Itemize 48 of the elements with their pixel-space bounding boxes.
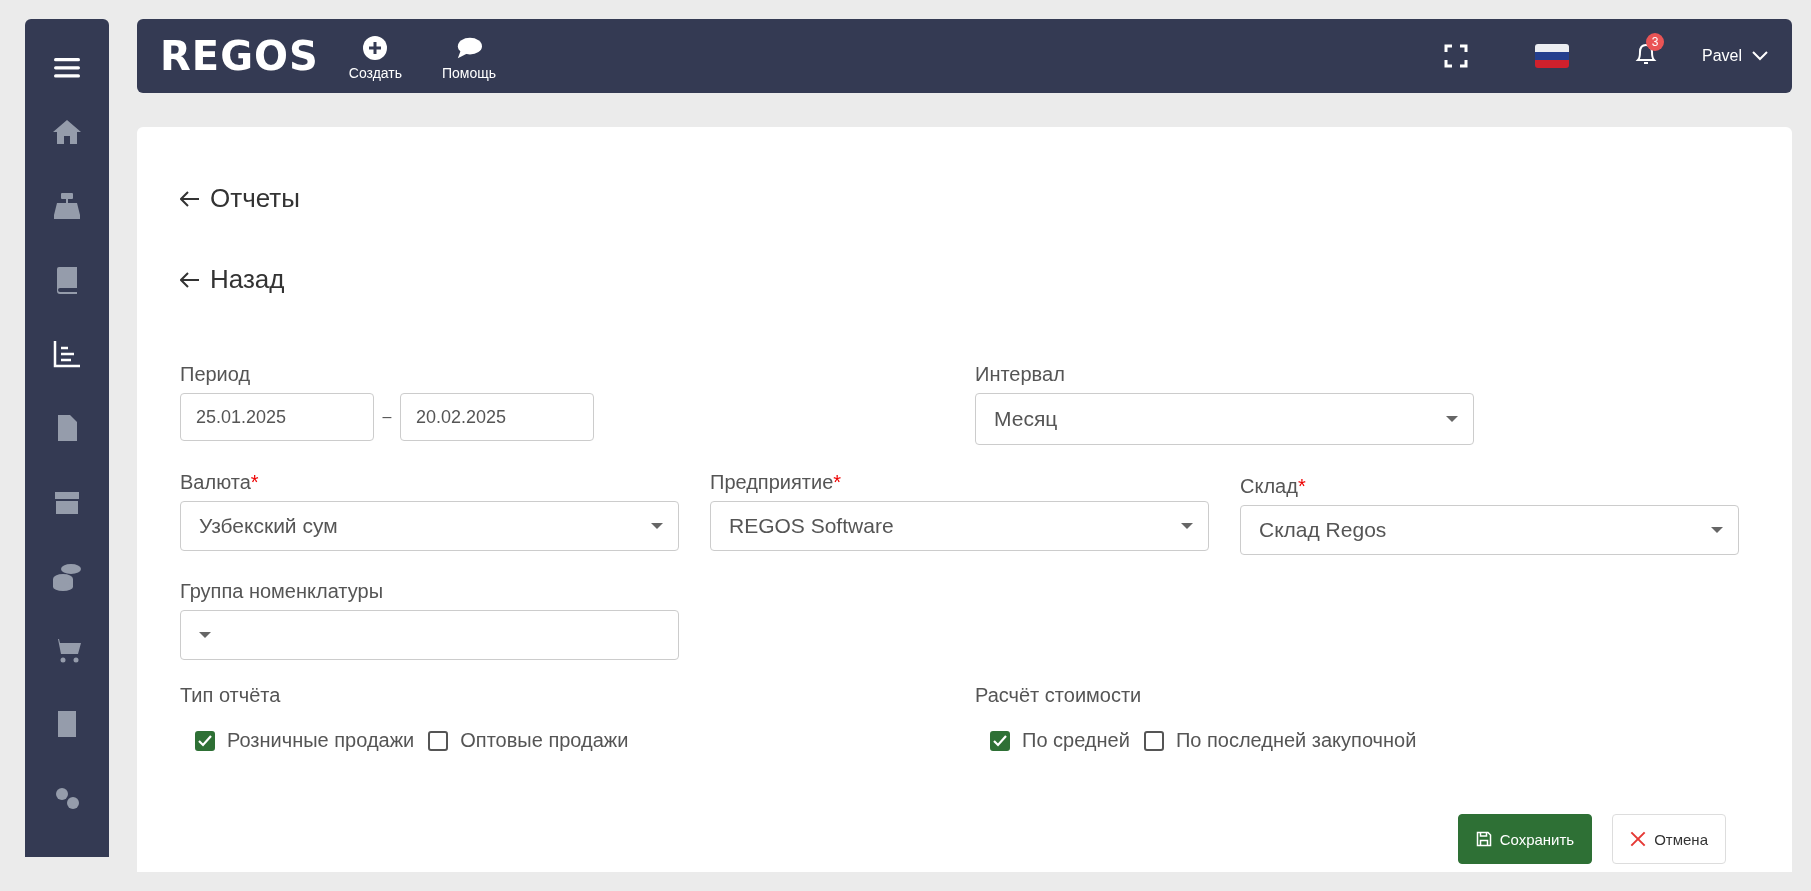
fullscreen-icon[interactable] — [1443, 43, 1468, 69]
chevron-down-icon — [1752, 51, 1768, 61]
field-label: Предприятие* — [710, 471, 843, 494]
date-field[interactable]: 20.02.2025 — [400, 393, 594, 441]
flag-icon[interactable] — [1534, 44, 1569, 68]
select-field[interactable]: Месяц — [975, 393, 1474, 445]
field-label: Группа номенклатуры — [180, 580, 385, 603]
field-label: Склад* — [1240, 475, 1307, 498]
create-button[interactable]: Создать — [348, 35, 402, 81]
close-icon — [1630, 831, 1647, 847]
user-menu[interactable]: Pavel — [1701, 47, 1768, 65]
caret-icon — [199, 632, 211, 638]
checkbox-option[interactable]: По последней закупочной — [1143, 729, 1417, 752]
field-label: Валюта* — [180, 471, 260, 494]
cancel-button[interactable]: Отмена — [1612, 814, 1726, 864]
group-label: Расчёт стоимости — [975, 684, 1143, 707]
range-separator: – — [382, 408, 392, 426]
group-label: Тип отчёта — [180, 684, 282, 707]
checkbox-option[interactable]: По средней — [990, 729, 1130, 752]
date-field[interactable]: 25.01.2025 — [180, 393, 374, 441]
menu-icon[interactable] — [54, 57, 80, 79]
checkbox-option[interactable]: Розничные продажи — [195, 729, 415, 752]
back-arrow-icon — [180, 271, 200, 288]
caret-icon — [1446, 416, 1458, 422]
back-arrow-icon — [180, 190, 200, 207]
checkbox[interactable] — [990, 730, 1010, 751]
notification-badge: 3 — [1645, 33, 1664, 51]
help-button[interactable]: Помощь — [442, 35, 497, 81]
plus-circle-icon — [362, 35, 389, 60]
save-button[interactable]: Сохранить — [1457, 814, 1593, 864]
checkbox[interactable] — [428, 730, 449, 751]
caret-icon — [1181, 523, 1193, 529]
select-field[interactable]: REGOS Software — [710, 501, 1209, 551]
checkbox[interactable] — [195, 730, 215, 751]
back-link[interactable]: Назад — [180, 264, 285, 295]
select-field[interactable]: Узбекский сум — [180, 501, 679, 551]
select-field[interactable] — [180, 610, 679, 660]
reports-link[interactable]: Отчеты — [180, 183, 300, 214]
speech-bubble-icon — [456, 35, 483, 60]
checkbox-option[interactable]: Оптовые продажи — [428, 729, 629, 752]
logo[interactable]: REGOS — [160, 33, 319, 79]
chart-icon[interactable] — [52, 338, 82, 369]
field-label: Интервал — [975, 363, 1066, 386]
checkbox[interactable] — [1143, 730, 1164, 751]
caret-icon — [1711, 527, 1723, 533]
select-field[interactable]: Склад Regos — [1240, 505, 1739, 555]
field-label: Период — [180, 363, 252, 386]
caret-icon — [651, 523, 663, 529]
